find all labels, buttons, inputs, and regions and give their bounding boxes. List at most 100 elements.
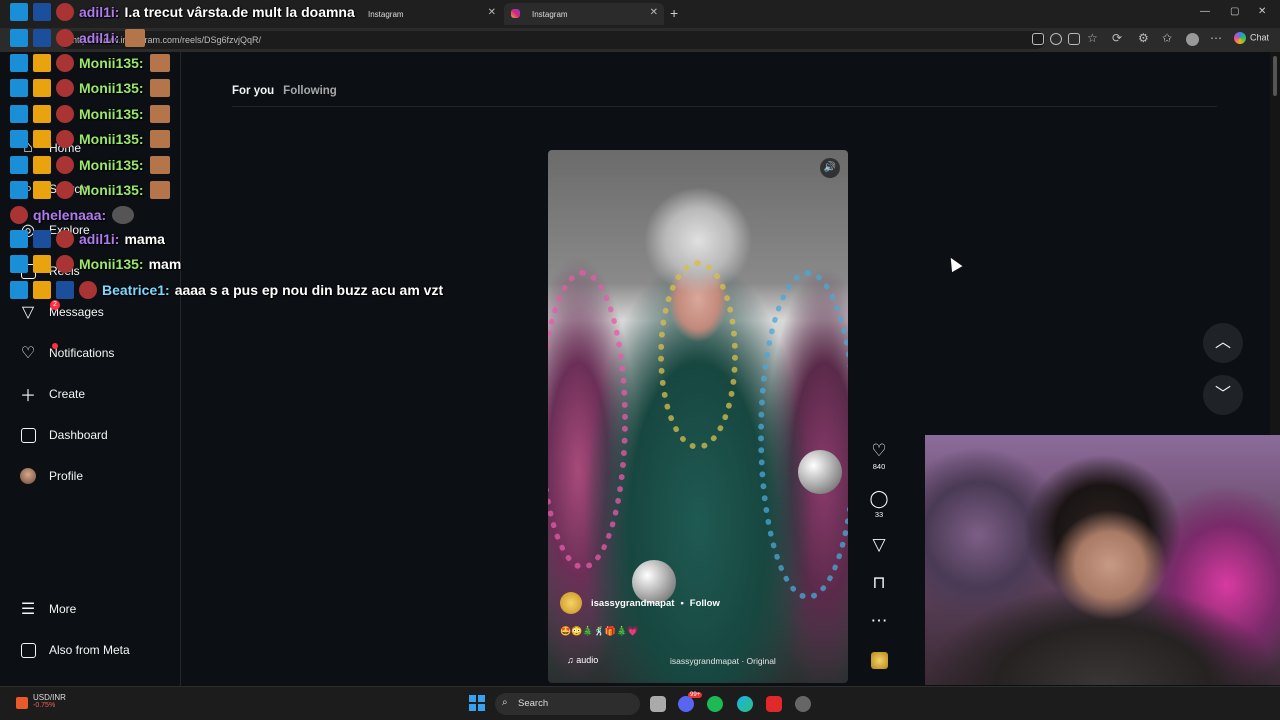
stock-widget[interactable]: USD/INR -0.75% [33,693,66,709]
creator-username[interactable]: isassygrandmapat [591,598,674,609]
more-menu-icon[interactable]: ⋯ [1210,31,1222,45]
taskbar-search[interactable]: ⌕ Search [495,693,640,715]
menu-icon: ☰ [20,601,36,618]
chat-username: Monii135: [79,131,144,147]
scrollbar-thumb[interactable] [1273,56,1277,96]
emote-icon [56,29,74,47]
chat-message: aaaa s a pus ep nou din buzz acu am vzt [174,282,444,298]
minimize-icon[interactable]: — [1200,6,1210,17]
emote-icon [56,79,74,97]
crown-icon [33,281,51,299]
previous-reel-button[interactable]: ︿ [1203,323,1243,363]
chevron-up-icon: ︿ [1214,334,1231,351]
sidebar-item-label: Notifications [49,346,115,360]
browser-tab-instagram[interactable]: Instagram ✕ [504,3,664,25]
badge-icon [10,230,28,248]
chat-username: Beatrice1: [102,282,170,298]
comment-button[interactable]: ◯ 33 [866,489,892,519]
stock-widget-icon[interactable] [16,697,28,709]
audio-source[interactable]: isassygrandmapat · Original [670,656,776,666]
creator-avatar[interactable] [560,592,582,614]
favorites-icon[interactable]: ✩ [1162,31,1172,45]
badge-icon [10,29,28,47]
emote-icon [56,105,74,123]
close-window-icon[interactable]: ✕ [1258,6,1266,17]
music-note-icon: ♫ [567,655,577,665]
copilot-icon [1234,32,1246,44]
extensions-icon[interactable]: ⚙ [1138,31,1149,45]
obs-icon[interactable] [795,696,811,712]
search-icon: ⌕ [502,697,508,708]
new-tab-button[interactable]: + [670,5,678,21]
heart-icon: ♡ [871,441,887,460]
divider [232,106,1217,107]
widget-change: -0.75% [33,702,56,709]
emote-icon [56,130,74,148]
emote-icon [149,130,170,148]
windows-start-icon[interactable] [469,695,485,711]
heart-icon: ♡ [20,345,36,362]
comment-icon: ◯ [869,489,889,508]
widget-title: USD/INR [33,693,66,702]
chat-username: Monii135: [79,55,144,71]
chat-username: adil1i: [79,4,120,20]
favorite-star-icon[interactable]: ☆ [1087,31,1098,45]
sidebar-item-create[interactable]: ＋ Create [18,382,85,406]
chat-line: adil1i: I.a trecut vârsta.de mult la doam… [10,2,355,22]
refresh-icon[interactable]: ⟳ [1112,31,1122,45]
save-button[interactable]: ⊓ [866,573,892,593]
chat-username: adil1i: [79,30,120,46]
sidebar-item-more[interactable]: ☰ More [18,597,77,621]
notification-badge: 99+ [688,692,703,698]
dashboard-icon [18,425,38,445]
follow-button[interactable]: Follow [690,598,720,609]
copilot-chat-button[interactable]: Chat [1234,32,1269,44]
chat-line: Monii135: [10,180,175,200]
volume-icon[interactable]: 🔊 [820,158,840,178]
read-aloud-icon[interactable] [1068,33,1080,45]
chat-line: adil1i: [10,28,150,48]
crown-icon [33,156,51,174]
badge-icon [10,105,28,123]
tinsel-decoration [548,270,628,570]
share-button[interactable]: ▽ [866,535,892,555]
maximize-icon[interactable]: ▢ [1230,6,1239,17]
zoom-icon[interactable] [1050,33,1062,45]
tab-for-you[interactable]: For you [232,85,274,97]
meta-icon [18,640,38,660]
sidebar-item-label: Dashboard [49,428,108,442]
sidebar-item-messages[interactable]: ▽ 2 Messages [18,300,104,324]
app-icon[interactable] [766,696,782,712]
badge-icon [10,3,28,21]
url-field[interactable]: https://www.instagram.com/reels/DSg6fzvj… [60,31,1045,49]
next-reel-button[interactable]: ﹀ [1203,375,1243,415]
spotify-icon[interactable] [707,696,723,712]
more-icon: ⋯ [870,611,888,630]
chat-line: Beatrice1: aaaa s a pus ep nou din buzz a… [10,280,443,300]
audio-thumbnail[interactable] [871,652,888,669]
audio-label[interactable]: ♫ audio [567,655,598,665]
sidebar-item-profile[interactable]: Profile [18,464,83,488]
like-count: 840 [872,462,886,471]
discord-icon[interactable] [678,696,694,712]
tab-following[interactable]: Following [283,85,337,97]
more-options-button[interactable]: ⋯ [866,611,892,631]
edge-icon[interactable] [737,696,753,712]
emote-icon [56,255,74,273]
sidebar-item-dashboard[interactable]: Dashboard [18,423,108,447]
close-tab-icon[interactable]: ✕ [650,7,658,18]
split-screen-icon[interactable] [1032,33,1044,45]
sidebar-item-notifications[interactable]: ♡ Notifications [18,341,114,365]
chat-message: mama [124,231,165,247]
webcam-overlay [925,435,1280,685]
task-view-icon[interactable] [650,696,666,712]
like-button[interactable]: ♡ 840 [866,441,892,471]
profile-avatar[interactable] [1186,33,1199,46]
badge-icon [33,29,51,47]
sidebar-item-also-from-meta[interactable]: Also from Meta [18,638,130,662]
emote-icon [56,230,74,248]
emote-icon [149,181,170,199]
close-tab-icon[interactable]: ✕ [488,7,496,18]
sidebar-item-label: Profile [49,469,84,483]
badge-icon [10,79,28,97]
